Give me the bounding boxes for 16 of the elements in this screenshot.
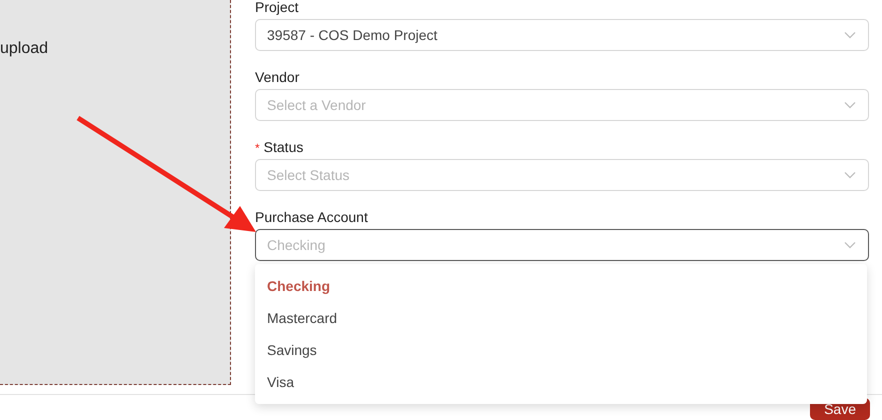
field-label: Purchase Account xyxy=(255,209,368,225)
dropdown-option[interactable]: Savings xyxy=(255,334,867,366)
chevron-down-icon xyxy=(844,171,856,179)
dropdown-option[interactable]: Mastercard xyxy=(255,302,867,334)
chevron-down-icon xyxy=(844,241,856,249)
field-label: Project xyxy=(255,0,299,15)
upload-text: upload xyxy=(0,40,48,58)
upload-area[interactable]: upload xyxy=(0,0,231,385)
chevron-down-icon xyxy=(844,31,856,39)
chevron-down-icon xyxy=(844,101,856,109)
dropdown-option[interactable]: Visa xyxy=(255,366,867,398)
select-field[interactable]: 39587 - COS Demo Project xyxy=(255,19,869,51)
field-label: Status xyxy=(264,139,304,155)
field-label: Vendor xyxy=(255,69,300,85)
dropdown-option[interactable]: Checking xyxy=(255,270,867,302)
required-mark: * xyxy=(255,141,260,155)
